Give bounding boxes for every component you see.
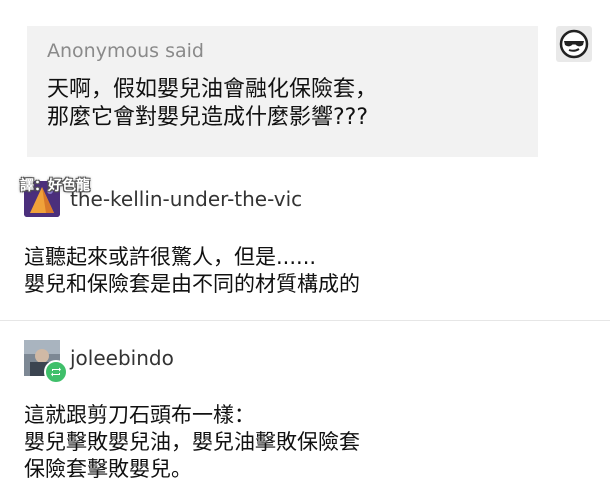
reply-line: 這就跟剪刀石頭布一樣：: [24, 403, 255, 427]
reply-line: 嬰兒擊敗嬰兒油，嬰兒油擊敗保險套: [24, 430, 360, 454]
ask-box: Anonymous said 天啊，假如嬰兒油會融化保險套， 那麼它會對嬰兒造成…: [27, 26, 538, 157]
anonymous-avatar[interactable]: [556, 26, 592, 62]
reply1-body: 這聽起來或許很驚人，但是...... 嬰兒和保險套是由不同的材質構成的: [24, 244, 360, 298]
ask-line: 天啊，假如嬰兒油會融化保險套，: [47, 77, 378, 102]
reblog-icon: [44, 360, 68, 384]
username[interactable]: joleebindo: [70, 346, 174, 370]
anonymous-sunglasses-icon: [559, 29, 589, 59]
tumblr-post: Anonymous said 天啊，假如嬰兒油會融化保險套， 那麼它會對嬰兒造成…: [0, 0, 610, 500]
reply-line: 嬰兒和保險套是由不同的材質構成的: [24, 272, 360, 296]
divider: [0, 320, 610, 321]
reply-line: 這聽起來或許很驚人，但是......: [24, 245, 317, 269]
username[interactable]: the-kellin-under-the-vic: [70, 187, 302, 211]
user-avatar[interactable]: [24, 340, 68, 384]
reply-line: 保險套擊敗嬰兒。: [24, 457, 192, 481]
ask-question: 天啊，假如嬰兒油會融化保險套， 那麼它會對嬰兒造成什麼影響???: [47, 76, 518, 132]
ask-line: 那麼它會對嬰兒造成什麼影響???: [47, 105, 369, 130]
reply2-header: joleebindo: [24, 340, 174, 384]
ask-header: Anonymous said: [47, 40, 518, 62]
translator-note: 譯：好色龍: [20, 178, 90, 194]
reply2-body: 這就跟剪刀石頭布一樣： 嬰兒擊敗嬰兒油，嬰兒油擊敗保險套 保險套擊敗嬰兒。: [24, 402, 360, 483]
said-label: said: [165, 40, 204, 62]
asker-name[interactable]: Anonymous: [47, 40, 159, 62]
